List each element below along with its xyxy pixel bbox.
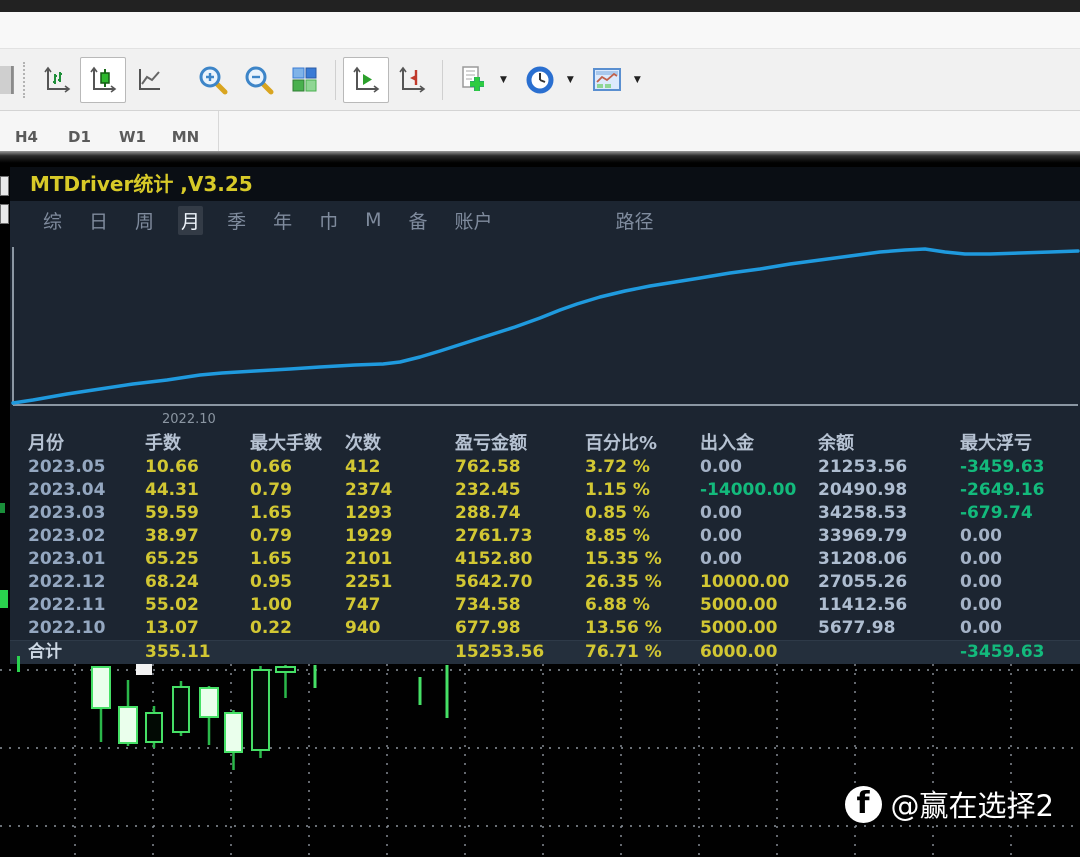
left-edge-candle-mark xyxy=(0,503,5,513)
watermark-text: @赢在选择2 xyxy=(890,789,1054,823)
chart-line-button[interactable] xyxy=(126,57,172,103)
standard-toolbar: ▼ ▼ ▼ xyxy=(0,49,1080,111)
candle-body xyxy=(224,712,243,753)
chart-bars-icon xyxy=(44,66,71,93)
equity-axis-tick-label: 2022.10 xyxy=(162,412,216,427)
zoom-out-icon xyxy=(245,66,274,94)
chart-shift-button[interactable] xyxy=(389,57,435,103)
chart-shift-icon xyxy=(399,66,426,93)
add-indicator-button[interactable] xyxy=(450,57,496,103)
watermark: f @赢在选择2 xyxy=(844,783,1054,825)
timeframe-h4[interactable]: H4 xyxy=(0,128,53,146)
zoom-in-icon xyxy=(199,66,228,94)
add-indicator-icon xyxy=(462,65,484,91)
candle-body xyxy=(172,686,190,733)
panel-menu-item[interactable]: 综 xyxy=(40,206,65,235)
left-edge-candle-mark xyxy=(0,590,8,608)
auto-scroll-icon xyxy=(353,66,380,93)
equity-curve-chart: 2022.10 xyxy=(11,247,1080,427)
mtdriver-stats-panel: MTDriver统计 ,V3.25 综日周月季年巾 M 备账户 路径 2022.10 … xyxy=(10,167,1080,664)
panel-menu-item[interactable]: 巾 xyxy=(316,206,341,235)
panel-menu-item[interactable]: 备 xyxy=(406,206,431,235)
facebook-icon: f xyxy=(844,785,882,823)
toolbar-drag-handle[interactable] xyxy=(23,61,25,98)
mt4-window: ▼ ▼ ▼ H4 D1 W1 MN MTDriver统计 ,V3.25 综 日 … xyxy=(0,0,1080,857)
monthly-stats-table: 月份 手数 最大手数 次数 盈亏金额 百分比% 出入金 余额 最大浮亏 2023.05 10.66 0… xyxy=(10,432,1080,664)
add-indicator-dropdown[interactable]: ▼ xyxy=(500,75,507,85)
menu-strip xyxy=(0,12,1080,49)
periods-dropdown[interactable]: ▼ xyxy=(567,75,574,85)
panel-menu-item[interactable]: 日 xyxy=(86,206,111,235)
chart-bars-button[interactable] xyxy=(34,57,80,103)
table-row: 2022.10 13.07 0.22 940 677.98 13.56 % 5000.00 5… xyxy=(28,618,1002,638)
panel-menu-item[interactable]: 年 xyxy=(270,206,295,235)
chart-area: MTDriver统计 ,V3.25 综日周月季年巾 M 备账户 路径 2022.10 … xyxy=(0,163,1080,857)
panel-menu-item[interactable]: 月 xyxy=(178,205,204,235)
candle-body xyxy=(91,666,111,709)
table-row: 2023.03 59.59 1.65 1293 288.74 0.85 % 0.00 3425… xyxy=(28,503,1033,523)
table-total-row: 合计 355.11 15253.56 76.71 % 6000.00 -3459.63 xyxy=(10,640,1080,664)
periods-button[interactable] xyxy=(517,57,563,103)
zoom-out-button[interactable] xyxy=(236,57,282,103)
templates-icon xyxy=(592,67,621,91)
equity-curve xyxy=(11,247,1080,405)
background-window-fragment xyxy=(0,176,9,196)
panel-menu: 综日周月季年巾 M 备账户 路径 xyxy=(10,201,1080,239)
timeframe-mn[interactable]: MN xyxy=(159,128,212,146)
tile-windows-button[interactable] xyxy=(282,57,328,103)
candle-body xyxy=(145,712,163,743)
background-window-fragment xyxy=(0,204,9,224)
table-row: 2023.04 44.31 0.79 2374 232.45 1.15 % -14000.0… xyxy=(28,480,1045,500)
table-row: 2023.01 65.25 1.65 2101 4152.80 15.35 % 0.00 31… xyxy=(28,549,1002,569)
table-header-row: 月份 手数 最大手数 次数 盈亏金额 百分比% 出入金 余额 最大浮亏 xyxy=(28,433,1032,454)
candle-body xyxy=(275,666,296,673)
table-row: 2022.11 55.02 1.00 747 734.58 6.88 % 5000.00 11… xyxy=(28,595,1002,615)
table-row: 2023.05 10.66 0.66 412 762.58 3.72 % 0.00 21253… xyxy=(28,457,1045,477)
zoom-in-button[interactable] xyxy=(190,57,236,103)
table-row: 2022.12 68.24 0.95 2251 5642.70 26.35 % 10000.… xyxy=(28,572,1002,592)
chart-candles-icon xyxy=(90,66,117,93)
auto-scroll-button[interactable] xyxy=(343,56,389,103)
candle-body xyxy=(251,669,270,751)
panel-title: MTDriver统计 ,V3.25 xyxy=(10,167,1080,201)
tile-windows-icon xyxy=(292,67,317,91)
panel-menu-item[interactable]: 周 xyxy=(132,206,157,235)
timeframe-d1[interactable]: D1 xyxy=(53,128,106,146)
table-row: 2023.02 38.97 0.79 1929 2761.73 8.85 % 0.00 339… xyxy=(28,526,1002,546)
templates-dropdown[interactable]: ▼ xyxy=(634,75,641,85)
timeframe-w1[interactable]: W1 xyxy=(106,128,159,146)
left-edge-candle-mark xyxy=(17,656,20,672)
chrome-bottom-edge xyxy=(0,151,1080,163)
panel-menu-item[interactable]: 账户 xyxy=(452,206,496,235)
window-top-edge xyxy=(0,0,1080,12)
chart-candles-button[interactable] xyxy=(80,56,126,103)
candle-body xyxy=(118,706,138,744)
panel-menu-item[interactable]: 路径 xyxy=(613,206,657,235)
chart-line-icon xyxy=(139,68,160,90)
templates-button[interactable] xyxy=(584,57,630,103)
panel-menu-item[interactable]: M xyxy=(362,208,384,232)
candle-body xyxy=(199,687,219,718)
white-marker xyxy=(136,664,152,675)
periods-clock-icon xyxy=(526,66,554,93)
candlestick-chart[interactable] xyxy=(0,655,1080,857)
cropped-icon xyxy=(0,65,14,94)
panel-menu-item[interactable]: 季 xyxy=(224,206,249,235)
toolbar-chrome: ▼ ▼ ▼ H4 D1 W1 MN xyxy=(0,12,1080,163)
